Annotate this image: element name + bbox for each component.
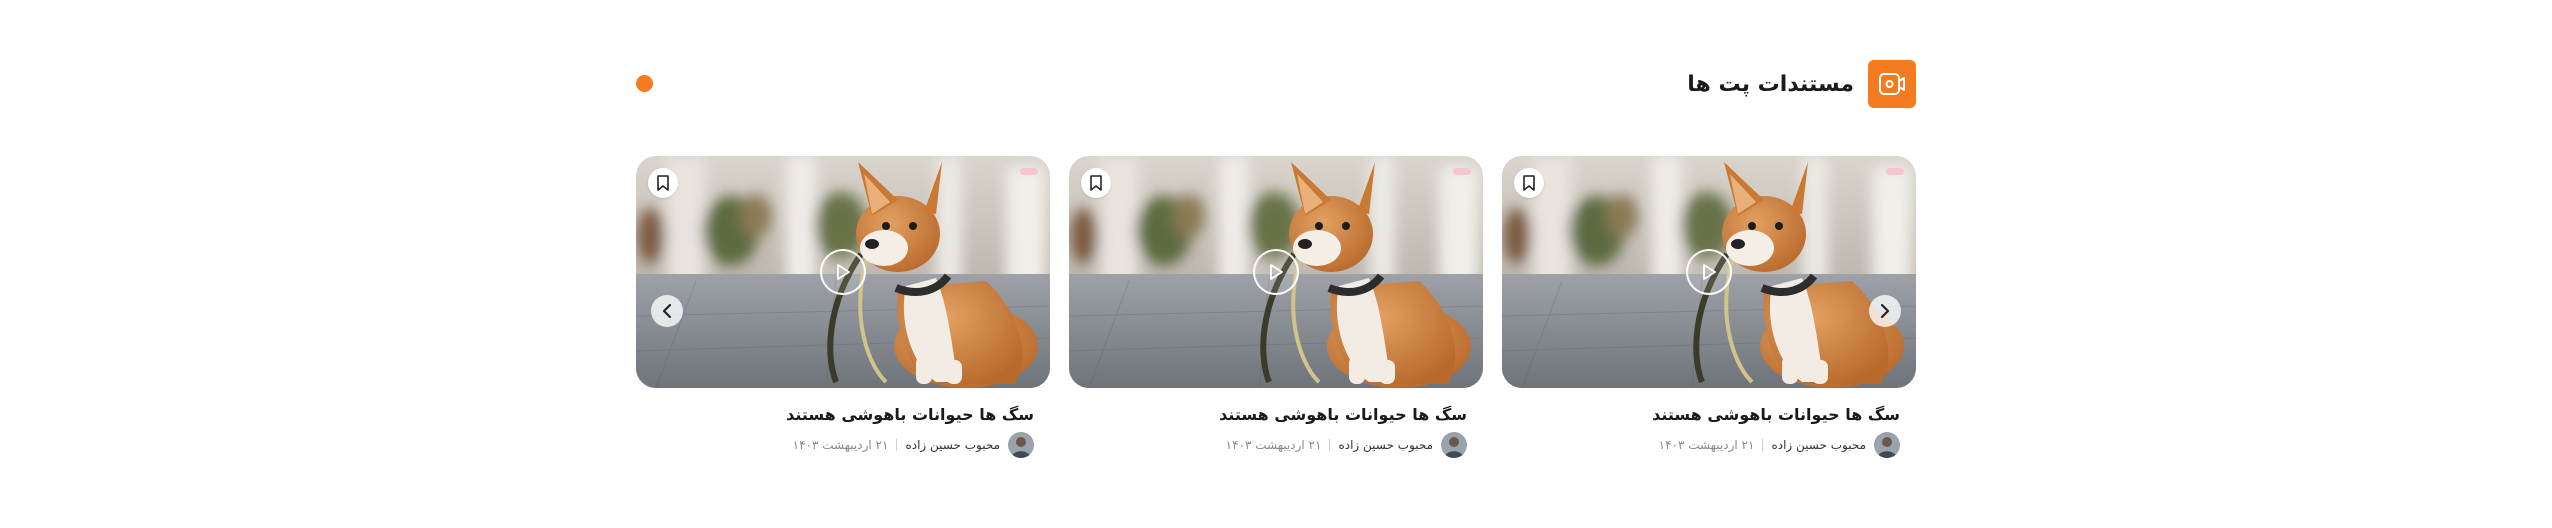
publish-date: ۲۱ اردیبهشت ۱۴۰۳ [1225,438,1322,452]
section-title: مستندات پت ها [1687,71,1854,97]
video-thumbnail[interactable] [636,156,1050,388]
meta-divider [896,439,898,451]
video-card[interactable]: سگ ها حیوانات باهوشی هستند محبوب حسین زا… [1502,156,1916,458]
meta-divider [1329,439,1331,451]
tag-pill [1886,168,1904,175]
play-button[interactable] [1253,249,1299,295]
chevron-right-icon [1880,303,1890,319]
author-name[interactable]: محبوب حسین زاده [1338,438,1433,452]
play-button[interactable] [1686,249,1732,295]
bookmark-icon [1090,175,1102,191]
card-carousel: سگ ها حیوانات باهوشی هستند محبوب حسین زا… [636,156,1916,476]
accent-dot [636,75,653,92]
bookmark-icon [657,175,669,191]
video-card[interactable]: سگ ها حیوانات باهوشی هستند محبوب حسین زا… [1069,156,1483,458]
video-thumbnail[interactable] [1502,156,1916,388]
avatar [1441,432,1467,458]
card-meta: محبوب حسین زاده ۲۱ اردیبهشت ۱۴۰۳ [636,432,1050,458]
card-title[interactable]: سگ ها حیوانات باهوشی هستند [1069,404,1483,426]
play-button[interactable] [820,249,866,295]
video-camera-icon [1868,60,1916,108]
avatar [1874,432,1900,458]
card-title[interactable]: سگ ها حیوانات باهوشی هستند [1502,404,1916,426]
pet-documentaries-section: مستندات پت ها سگ ها حیوانات باهوشی هستند [636,0,1916,528]
chevron-left-icon [662,303,672,319]
author-name[interactable]: محبوب حسین زاده [905,438,1000,452]
avatar [1008,432,1034,458]
video-thumbnail[interactable] [1069,156,1483,388]
play-icon [1703,264,1716,280]
tag-pill [1453,168,1471,175]
play-icon [1270,264,1283,280]
section-header: مستندات پت ها [1687,60,1916,108]
publish-date: ۲۱ اردیبهشت ۱۴۰۳ [792,438,889,452]
bookmark-button[interactable] [1081,168,1111,198]
card-meta: محبوب حسین زاده ۲۱ اردیبهشت ۱۴۰۳ [1502,432,1916,458]
bookmark-button[interactable] [648,168,678,198]
tag-pill [1020,168,1038,175]
meta-divider [1762,439,1764,451]
author-name[interactable]: محبوب حسین زاده [1771,438,1866,452]
carousel-prev-button[interactable] [651,295,683,327]
video-card[interactable]: سگ ها حیوانات باهوشی هستند محبوب حسین زا… [636,156,1050,458]
bookmark-icon [1523,175,1535,191]
card-title[interactable]: سگ ها حیوانات باهوشی هستند [636,404,1050,426]
play-icon [837,264,850,280]
carousel-next-button[interactable] [1869,295,1901,327]
card-meta: محبوب حسین زاده ۲۱ اردیبهشت ۱۴۰۳ [1069,432,1483,458]
bookmark-button[interactable] [1514,168,1544,198]
publish-date: ۲۱ اردیبهشت ۱۴۰۳ [1658,438,1755,452]
